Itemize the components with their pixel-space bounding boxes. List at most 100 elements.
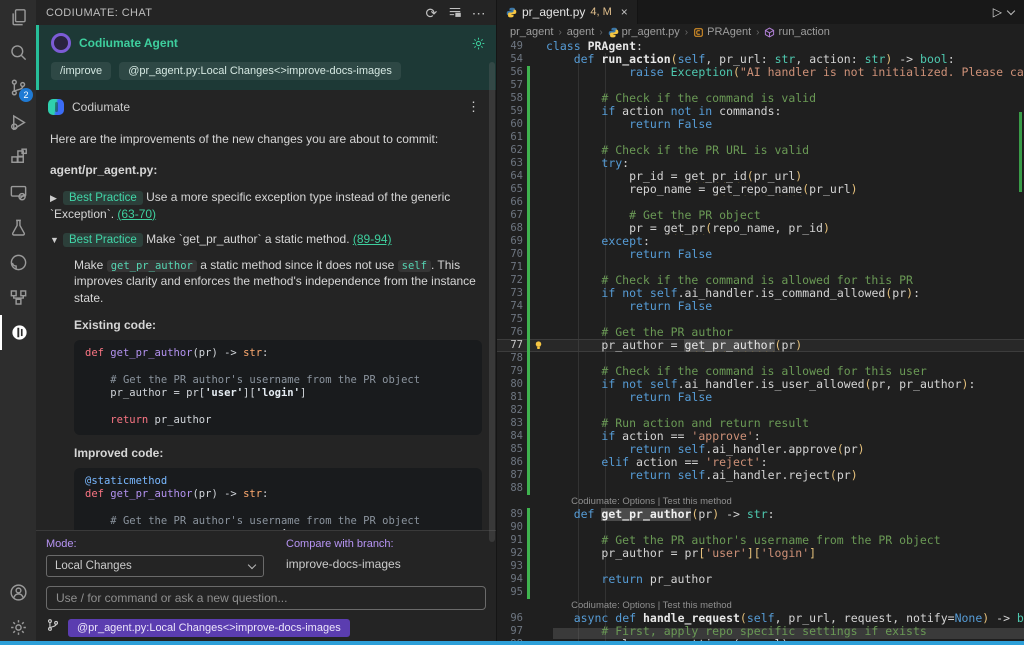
chat-scrollbar[interactable] xyxy=(489,62,495,542)
code-line[interactable]: 77 pr_author = get_pr_author(pr) xyxy=(497,339,1024,352)
line-range-link[interactable]: (63-70) xyxy=(117,207,156,221)
code-line[interactable]: 70 return False xyxy=(497,248,1024,261)
code-line[interactable]: 96 async def handle_request(self, pr_url… xyxy=(497,612,1024,625)
code-line[interactable]: 82 xyxy=(497,404,1024,417)
code-line[interactable]: 60 return False xyxy=(497,118,1024,131)
testing-beaker-icon[interactable] xyxy=(0,210,36,245)
line-number: 68 xyxy=(497,222,527,235)
github-icon[interactable] xyxy=(0,245,36,280)
mode-select[interactable]: Local Changes xyxy=(46,555,264,577)
glyph-margin xyxy=(530,105,546,118)
line-number: 72 xyxy=(497,274,527,287)
code-line[interactable]: 61 xyxy=(497,131,1024,144)
code-line[interactable]: 62 # Check if the PR URL is valid xyxy=(497,144,1024,157)
code-line[interactable]: 67 # Get the PR object xyxy=(497,209,1024,222)
extensions-icon[interactable] xyxy=(0,140,36,175)
code-line[interactable]: 72 # Check if the command is allowed for… xyxy=(497,274,1024,287)
code-editor[interactable]: 49class PRAgent:54 def run_action(self, … xyxy=(497,40,1024,645)
chat-panel-titlebar: CODIUMATE: CHAT ⟳ ⋯ xyxy=(36,0,496,25)
code-line[interactable]: 91 # Get the PR author's username from t… xyxy=(497,534,1024,547)
code-line[interactable]: 83 # Run action and return result xyxy=(497,417,1024,430)
code-line[interactable]: 54 def run_action(self, pr_url: str, act… xyxy=(497,53,1024,66)
breadcrumb-item[interactable]: agent xyxy=(567,26,595,38)
code-line[interactable]: 97 # First, apply repo specific settings… xyxy=(497,625,1024,638)
code-line[interactable]: 57 xyxy=(497,79,1024,92)
suggestion-toggle-icon[interactable]: ▼ xyxy=(50,234,63,247)
run-file-icon[interactable]: ▷ xyxy=(993,5,1002,19)
code-line[interactable]: 79 # Check if the command is allowed for… xyxy=(497,365,1024,378)
line-range-link[interactable]: (89-94) xyxy=(353,232,392,246)
breadcrumb-item[interactable]: PRAgent xyxy=(693,26,751,38)
code-line[interactable]: 63 try: xyxy=(497,157,1024,170)
chat-controls: Mode: Local Changes Compare with branch:… xyxy=(36,530,496,645)
tab-close-icon[interactable]: × xyxy=(621,5,628,19)
search-icon[interactable] xyxy=(0,35,36,70)
source-control-icon[interactable]: 2 xyxy=(0,70,36,105)
chat-input[interactable] xyxy=(46,586,486,610)
code-line[interactable]: 58 # Check if the command is valid xyxy=(497,92,1024,105)
run-options-chevron-icon[interactable] xyxy=(1007,6,1015,14)
agent-chip[interactable]: @pr_agent.py:Local Changes<>improve-docs… xyxy=(119,62,401,80)
code-line[interactable]: 80 if not self.ai_handler.is_user_allowe… xyxy=(497,378,1024,391)
run-debug-icon[interactable] xyxy=(0,105,36,140)
codelens[interactable]: Codiumate: Options | Test this method xyxy=(497,599,1024,612)
code-text: pr = get_pr(repo_name, pr_id) xyxy=(546,222,1024,235)
suggestion-toggle-icon[interactable]: ▶ xyxy=(50,192,63,205)
settings-gear-icon[interactable] xyxy=(0,610,36,645)
agent-settings-gear-icon[interactable] xyxy=(471,36,486,51)
lightbulb-icon[interactable] xyxy=(530,339,546,352)
code-line[interactable]: 94 return pr_author xyxy=(497,573,1024,586)
account-icon[interactable] xyxy=(0,575,36,610)
codiumate-icon[interactable] xyxy=(0,315,36,350)
agent-chip[interactable]: /improve xyxy=(51,62,111,80)
code-line[interactable]: 86 elif action == 'reject': xyxy=(497,456,1024,469)
glyph-margin xyxy=(530,456,546,469)
code-line[interactable]: 76 # Get the PR author xyxy=(497,326,1024,339)
explorer-icon[interactable] xyxy=(0,0,36,35)
code-line[interactable]: 93 xyxy=(497,560,1024,573)
code-line[interactable]: 84 if action == 'approve': xyxy=(497,430,1024,443)
line-number: 86 xyxy=(497,456,527,469)
breadcrumb-item[interactable]: run_action xyxy=(764,26,829,38)
code-line[interactable]: 85 return self.ai_handler.approve(pr) xyxy=(497,443,1024,456)
code-line[interactable]: 74 return False xyxy=(497,300,1024,313)
code-line[interactable]: 95 xyxy=(497,586,1024,599)
code-line[interactable]: 78 xyxy=(497,352,1024,365)
code-line[interactable]: 65 repo_name = get_repo_name(pr_url) xyxy=(497,183,1024,196)
hierarchy-icon[interactable] xyxy=(0,280,36,315)
remote-explorer-icon[interactable] xyxy=(0,175,36,210)
codelens[interactable]: Codiumate: Options | Test this method xyxy=(497,495,1024,508)
tab-pr-agent[interactable]: pr_agent.py 4, M × xyxy=(497,0,638,24)
code-line[interactable]: 87 return self.ai_handler.reject(pr) xyxy=(497,469,1024,482)
context-badge[interactable]: @pr_agent.py:Local Changes<>improve-docs… xyxy=(68,619,350,637)
output-list-icon[interactable] xyxy=(448,5,462,21)
message-menu-icon[interactable]: ⋮ xyxy=(463,99,484,115)
code-line[interactable]: 64 pr_id = get_pr_id(pr_url) xyxy=(497,170,1024,183)
breadcrumb-item[interactable]: pr_agent.py xyxy=(608,26,680,38)
code-text: pr_id = get_pr_id(pr_url) xyxy=(546,170,1024,183)
code-line[interactable]: 49class PRAgent: xyxy=(497,40,1024,53)
refresh-icon[interactable]: ⟳ xyxy=(425,6,437,20)
code-line[interactable]: 59 if action not in commands: xyxy=(497,105,1024,118)
glyph-margin xyxy=(530,261,546,274)
code-line[interactable]: 56 raise Exception("AI handler is not in… xyxy=(497,66,1024,79)
code-text xyxy=(546,404,1024,417)
code-line[interactable]: 73 if not self.ai_handler.is_command_all… xyxy=(497,287,1024,300)
breadcrumb-item[interactable]: pr_agent xyxy=(510,26,553,38)
code-line[interactable]: 90 xyxy=(497,521,1024,534)
code-line[interactable]: 68 pr = get_pr(repo_name, pr_id) xyxy=(497,222,1024,235)
inline-code: get_pr_author xyxy=(107,260,197,272)
code-line[interactable]: 89 def get_pr_author(pr) -> str: xyxy=(497,508,1024,521)
code-line[interactable]: 66 xyxy=(497,196,1024,209)
code-line[interactable]: 92 pr_author = pr['user']['login'] xyxy=(497,547,1024,560)
line-number: 66 xyxy=(497,196,527,209)
code-text: raise Exception("AI handler is not initi… xyxy=(546,66,1024,79)
code-text xyxy=(546,586,1024,599)
more-actions-icon[interactable]: ⋯ xyxy=(472,6,486,20)
code-line[interactable]: 75 xyxy=(497,313,1024,326)
code-line[interactable]: 69 except: xyxy=(497,235,1024,248)
line-number: 76 xyxy=(497,326,527,339)
code-line[interactable]: 88 xyxy=(497,482,1024,495)
code-line[interactable]: 71 xyxy=(497,261,1024,274)
code-line[interactable]: 81 return False xyxy=(497,391,1024,404)
